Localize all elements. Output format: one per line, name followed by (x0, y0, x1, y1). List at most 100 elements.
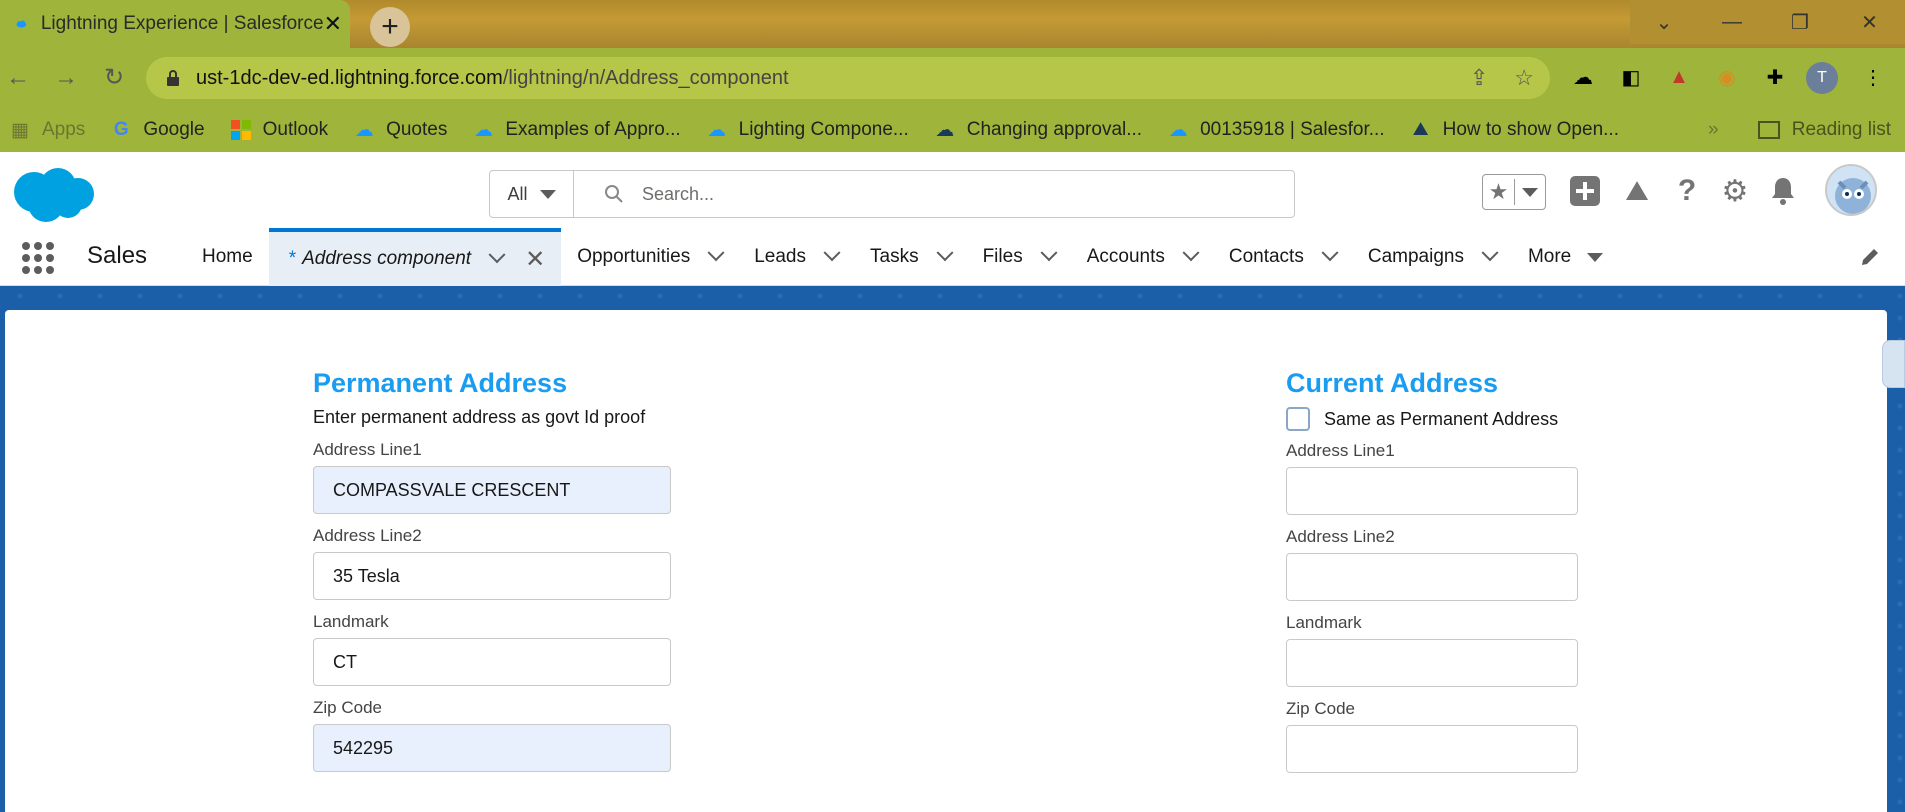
app-nav-bar: Sales Home * Address component ✕ Opportu… (0, 228, 1905, 286)
nav-tab-campaigns[interactable]: Campaigns (1352, 228, 1512, 286)
user-avatar[interactable] (1825, 164, 1877, 216)
address-component-card: Permanent Address Enter permanent addres… (5, 310, 1887, 812)
address-line1-label: Address Line1 (1286, 441, 1395, 460)
nav-tab-home[interactable]: Home (186, 228, 269, 286)
bookmark-changing-approval[interactable]: ☁ Changing approval... (933, 119, 1142, 141)
salesforce-logo-icon[interactable] (8, 162, 96, 224)
extension-icon-4[interactable]: ◉ (1710, 60, 1744, 94)
trailhead-mountain-icon: ⛰ (1412, 119, 1429, 140)
browser-tab[interactable]: Lightning Experience | Salesforce ✕ (0, 0, 350, 48)
angular-extension-icon[interactable]: ▲ (1662, 60, 1696, 94)
bookmark-google[interactable]: G Google (109, 119, 205, 141)
trailhead-icon[interactable]: ⛰ (1620, 174, 1654, 208)
search-input[interactable] (642, 183, 1242, 205)
nav-tab-opportunities[interactable]: Opportunities (561, 228, 738, 286)
zip-code-label: Zip Code (1286, 699, 1355, 718)
nav-tab-leads[interactable]: Leads (738, 228, 854, 286)
nav-tab-accounts[interactable]: Accounts (1071, 228, 1213, 286)
app-launcher-icon[interactable] (22, 242, 54, 274)
nav-tab-contacts[interactable]: Contacts (1213, 228, 1352, 286)
plus-icon: + (381, 10, 399, 43)
landmark-label: Landmark (1286, 613, 1362, 632)
bookmark-quotes[interactable]: ☁ Quotes (352, 119, 448, 141)
chevron-down-icon[interactable] (1182, 244, 1200, 262)
reading-list-icon (1757, 121, 1780, 139)
url-text: ust-1dc-dev-ed.lightning.force.com/light… (196, 66, 789, 89)
bookmark-apps[interactable]: ▦ Apps (8, 119, 85, 141)
minimize-icon[interactable]: — (1698, 0, 1766, 44)
global-create-icon[interactable] (1568, 174, 1602, 208)
unsaved-marker: * (288, 248, 297, 269)
menu-dots-icon[interactable]: ⋮ (1856, 60, 1890, 94)
reload-icon[interactable]: ↻ (98, 62, 130, 94)
chevron-down-icon[interactable] (488, 246, 506, 264)
zip-code-label: Zip Code (313, 698, 382, 717)
same-as-permanent-checkbox[interactable] (1286, 407, 1310, 431)
chevron-down-icon[interactable] (936, 244, 954, 262)
salesforce-cloud-icon: ☁ (354, 119, 374, 141)
bookmarks-overflow-icon[interactable]: » (1708, 119, 1719, 141)
notifications-bell-icon[interactable] (1766, 174, 1800, 208)
salesforce-cloud-icon (16, 20, 27, 28)
profile-avatar[interactable]: T (1806, 62, 1838, 94)
current-zip-code-input[interactable] (1286, 725, 1578, 773)
setup-gear-icon[interactable]: ⚙ (1718, 174, 1752, 208)
restore-icon[interactable]: ❐ (1766, 0, 1834, 44)
bookmark-examples[interactable]: ☁ Examples of Appro... (471, 119, 681, 141)
current-address-line1-input[interactable] (1286, 467, 1578, 515)
window-close-icon[interactable]: ✕ (1834, 0, 1905, 44)
address-bar[interactable]: ust-1dc-dev-ed.lightning.force.com/light… (146, 57, 1550, 99)
edit-pencil-icon[interactable] (1859, 246, 1881, 268)
search-scope-dropdown[interactable]: All (490, 171, 574, 217)
bookmark-case[interactable]: ☁ 00135918 | Salesfor... (1166, 119, 1385, 141)
chevron-down-icon[interactable] (1040, 244, 1058, 262)
bookmarks-bar: ▦ Apps G Google Outlook ☁ Quotes ☁ Examples … (0, 108, 1905, 152)
current-landmark-input[interactable] (1286, 639, 1578, 687)
new-tab-button[interactable]: + (370, 7, 410, 47)
current-address-title: Current Address (1286, 368, 1499, 398)
caret-down-icon (1587, 252, 1604, 262)
reading-list-button[interactable]: Reading list (1757, 108, 1891, 152)
nav-tab-tasks[interactable]: Tasks (854, 228, 967, 286)
search-icon (605, 185, 623, 203)
chevron-down-icon[interactable] (1481, 244, 1499, 262)
favorites-star-icon[interactable]: ★ (1483, 179, 1515, 205)
forward-icon[interactable]: → (50, 62, 82, 94)
microsoft-icon (229, 120, 253, 140)
lock-icon (167, 70, 179, 86)
chevron-down-icon[interactable] (823, 244, 841, 262)
salesforce-cloud-icon: ☁ (707, 119, 727, 141)
app-name: Sales (87, 242, 148, 269)
permanent-address-line1-input[interactable] (313, 466, 671, 514)
bookmark-outlook[interactable]: Outlook (229, 119, 328, 141)
global-header: All ★ ⛰ ? ⚙ (0, 152, 1905, 228)
nav-tab-files[interactable]: Files (967, 228, 1071, 286)
tab-search-icon[interactable]: ⌄ (1630, 0, 1698, 44)
bookmark-lighting[interactable]: ☁ Lighting Compone... (705, 119, 909, 141)
utility-side-tab[interactable] (1882, 340, 1905, 388)
permanent-address-line2-input[interactable] (313, 552, 671, 600)
cloud-extension-icon[interactable]: ☁ (1566, 60, 1600, 94)
permanent-landmark-input[interactable] (313, 638, 671, 686)
address-line1-label: Address Line1 (313, 440, 422, 459)
bookmark-star-icon[interactable]: ☆ (1514, 65, 1534, 91)
same-as-permanent-row[interactable]: Same as Permanent Address (1286, 407, 1646, 431)
same-as-permanent-label: Same as Permanent Address (1324, 408, 1559, 429)
favorites-list-button[interactable] (1515, 187, 1545, 197)
nav-tab-address-component[interactable]: * Address component ✕ (268, 228, 562, 286)
favorites-group: ★ (1482, 174, 1546, 210)
help-icon[interactable]: ? (1670, 174, 1704, 208)
close-tab-icon[interactable]: ✕ (525, 245, 545, 274)
bookmark-how-to-show[interactable]: ⛰ How to show Open... (1409, 119, 1619, 141)
permanent-address-section: Permanent Address Enter permanent addres… (313, 368, 673, 784)
extension-icon-2[interactable]: ◧ (1614, 60, 1648, 94)
current-address-line2-input[interactable] (1286, 553, 1578, 601)
share-icon[interactable]: ⇪ (1470, 65, 1488, 91)
nav-more-menu[interactable]: More (1512, 228, 1619, 286)
permanent-zip-code-input[interactable] (313, 724, 671, 772)
puzzle-icon[interactable]: ✚ (1758, 60, 1792, 94)
chevron-down-icon[interactable] (1321, 244, 1339, 262)
back-icon[interactable]: ← (2, 62, 34, 94)
tab-close-icon[interactable]: ✕ (324, 11, 342, 37)
chevron-down-icon[interactable] (707, 244, 725, 262)
